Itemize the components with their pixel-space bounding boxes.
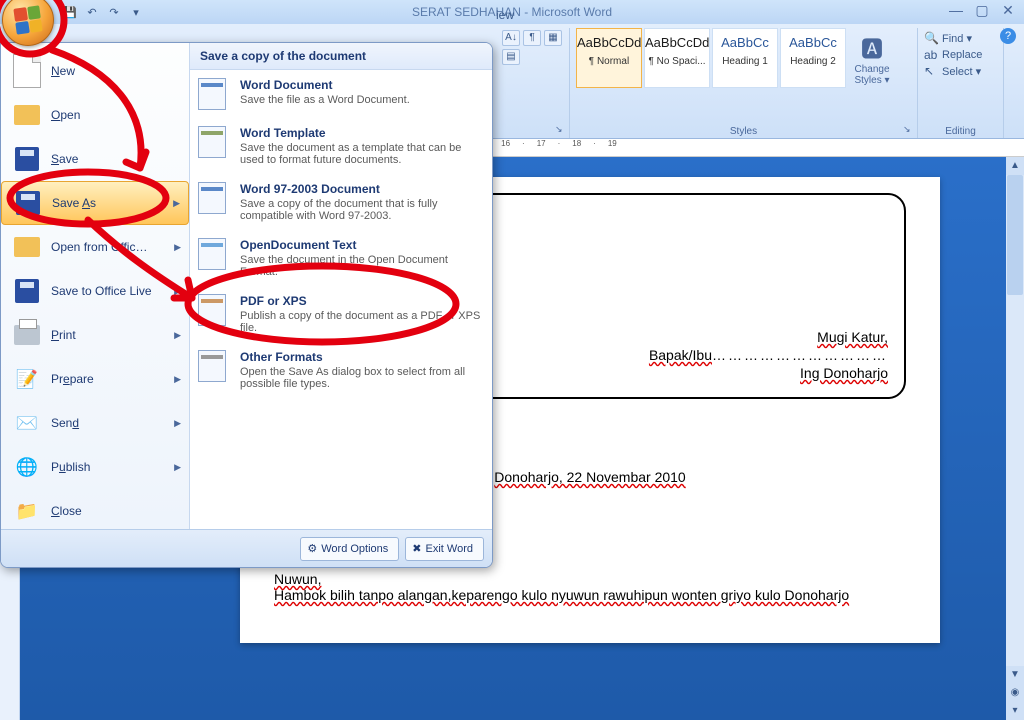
styles-dialog-launcher[interactable]: ↘ [903, 124, 915, 136]
chevron-right-icon: ▶ [173, 198, 180, 209]
office-menu-footer: ⚙Word Options ✖Exit Word [1, 529, 492, 567]
scroll-down-icon[interactable]: ▼ [1006, 666, 1024, 684]
exit-word-button[interactable]: ✖Exit Word [405, 537, 484, 561]
date-line: Donoharjo, 22 Novembar 2010 [494, 469, 685, 485]
style-heading2[interactable]: AaBbCc Heading 2 [780, 28, 846, 88]
saveas-other-formats[interactable]: Other FormatsOpen the Save As dialog box… [190, 342, 492, 398]
menu-open-office-live[interactable]: Open from Offic…▶ [1, 225, 189, 269]
chevron-right-icon: ▶ [174, 462, 181, 473]
help-icon[interactable]: ? [1000, 28, 1016, 44]
paragraph-dialog-launcher[interactable]: ↘ [555, 124, 567, 136]
pdf-xps-icon [198, 294, 226, 326]
find-button[interactable]: 🔍Find ▾ [924, 30, 997, 47]
addr-line2-pre: Bapak/Ibu [649, 347, 712, 363]
office-menu-left: New Open Save Save As▶ Open from Offic…▶… [1, 43, 190, 529]
word97-icon [198, 182, 226, 214]
tab-view-fragment[interactable]: iew [496, 8, 514, 22]
saveas-pdf-xps[interactable]: PDF or XPSPublish a copy of the document… [190, 286, 492, 342]
exit-icon: ✖ [412, 542, 421, 555]
replace-icon: ab [924, 48, 937, 62]
send-icon: ✉️ [13, 409, 41, 437]
publish-icon: 🌐 [13, 453, 41, 481]
chevron-right-icon: ▶ [174, 418, 181, 429]
quick-access-toolbar: 💾 ↶ ↷ ▾ [62, 4, 144, 20]
style-heading1[interactable]: AaBbCc Heading 1 [712, 28, 778, 88]
menu-close[interactable]: 📁Close [1, 489, 189, 533]
floppy-icon [15, 147, 39, 171]
saveas-word97[interactable]: Word 97-2003 DocumentSave a copy of the … [190, 174, 492, 230]
window-controls: — ▢ ✕ [946, 2, 1018, 19]
chevron-right-icon: ▶ [174, 374, 181, 385]
style-gallery[interactable]: AaBbCcDd ¶ Normal AaBbCcDd ¶ No Spaci...… [576, 28, 911, 88]
qat-undo-icon[interactable]: ↶ [84, 4, 100, 20]
word-template-icon [198, 126, 226, 158]
scroll-up-icon[interactable]: ▲ [1006, 157, 1024, 175]
floppy-live-icon [15, 279, 39, 303]
addr-line1: Mugi Katur, [817, 329, 888, 345]
addr-line2-dots: …………………………… [712, 347, 888, 363]
menu-prepare[interactable]: 📝Prepare▶ [1, 357, 189, 401]
chevron-right-icon: ▶ [174, 242, 181, 253]
menu-open[interactable]: Open [1, 93, 189, 137]
menu-new[interactable]: New [1, 49, 189, 93]
menu-save-office-live[interactable]: Save to Office Live▶ [1, 269, 189, 313]
saveas-word-template[interactable]: Word TemplateSave the document as a temp… [190, 118, 492, 174]
replace-button[interactable]: abReplace [924, 47, 997, 63]
menu-save-as[interactable]: Save As▶ [1, 181, 189, 225]
word-doc-icon [198, 78, 226, 110]
qat-redo-icon[interactable]: ↷ [106, 4, 122, 20]
qat-customize-icon[interactable]: ▾ [128, 4, 144, 20]
editing-group-label: Editing [918, 126, 1003, 137]
saveas-odt[interactable]: OpenDocument TextSave the document in th… [190, 230, 492, 286]
restore-button[interactable]: ▢ [972, 2, 992, 19]
show-marks-icon[interactable]: ¶ [523, 30, 541, 46]
editing-group: 🔍Find ▾ abReplace ↖Select ▾ Editing [918, 28, 1004, 138]
menu-print[interactable]: Print▶ [1, 313, 189, 357]
minimize-button[interactable]: — [946, 2, 966, 19]
style-normal[interactable]: AaBbCcDd ¶ Normal [576, 28, 642, 88]
shading-icon[interactable]: ▤ [502, 49, 520, 65]
folder-open-icon [14, 105, 40, 125]
change-styles-button[interactable]: 🅰 Change Styles ▾ [848, 28, 896, 88]
border-icon[interactable]: ▦ [544, 30, 562, 46]
options-icon: ⚙ [307, 542, 317, 555]
find-icon: 🔍 [924, 31, 939, 45]
menu-send[interactable]: ✉️Send▶ [1, 401, 189, 445]
scroll-thumb[interactable] [1007, 175, 1023, 295]
select-icon: ↖ [924, 64, 934, 78]
menu-publish[interactable]: 🌐Publish▶ [1, 445, 189, 489]
new-doc-icon [13, 54, 41, 88]
saveas-panel-header: Save a copy of the document [190, 43, 492, 70]
folder-live-icon [14, 237, 40, 257]
chevron-right-icon: ▶ [174, 286, 181, 297]
close-window-button[interactable]: ✕ [998, 2, 1018, 19]
select-button[interactable]: ↖Select ▾ [924, 63, 997, 80]
odt-icon [198, 238, 226, 270]
printer-icon [14, 325, 40, 345]
office-menu: New Open Save Save As▶ Open from Offic…▶… [0, 42, 493, 568]
saveas-word-document[interactable]: Word DocumentSave the file as a Word Doc… [190, 70, 492, 118]
qat-save-icon[interactable]: 💾 [62, 4, 78, 20]
body-line1: Nuwun, [274, 571, 906, 587]
sort-icon[interactable]: A↓ [502, 30, 520, 46]
prev-page-icon[interactable]: ◉ [1006, 684, 1024, 702]
other-formats-icon [198, 350, 226, 382]
paragraph-group-icons: A↓ ¶ ▦ ▤ [502, 28, 572, 65]
vertical-scrollbar[interactable]: ▲ ▼ ◉ ▾ [1006, 157, 1024, 720]
styles-group-label: Styles [570, 126, 917, 137]
word-options-button[interactable]: ⚙Word Options [300, 537, 399, 561]
style-no-spacing[interactable]: AaBbCcDd ¶ No Spaci... [644, 28, 710, 88]
office-logo-icon [13, 5, 42, 34]
next-page-icon[interactable]: ▾ [1006, 702, 1024, 720]
chevron-right-icon: ▶ [174, 330, 181, 341]
prepare-icon: 📝 [13, 365, 41, 393]
office-menu-right: Save a copy of the document Word Documen… [190, 43, 492, 529]
change-styles-icon: 🅰 [848, 32, 896, 64]
body-line2: Hambok bilih tanpo alangan,keparengo kul… [274, 587, 849, 603]
floppy-saveas-icon [16, 191, 40, 215]
close-doc-icon: 📁 [13, 497, 41, 525]
addr-line3: Ing Donoharjo [800, 365, 888, 381]
menu-save[interactable]: Save [1, 137, 189, 181]
